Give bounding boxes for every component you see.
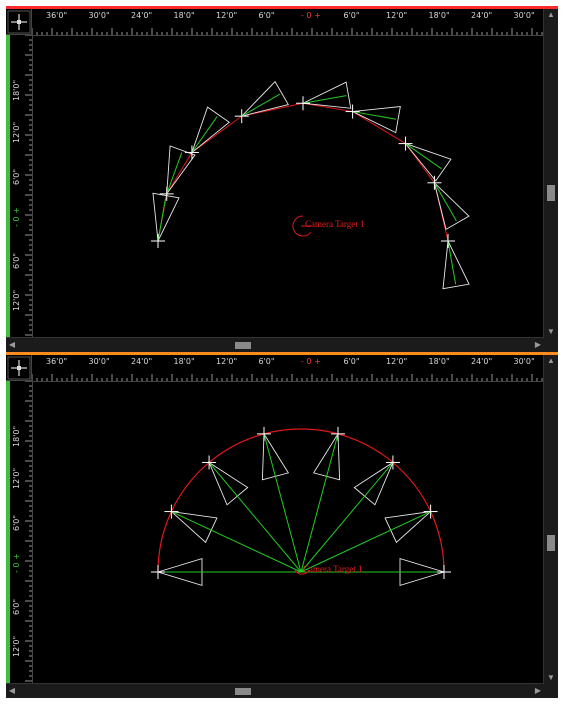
camera-marker[interactable]	[256, 426, 302, 573]
camera-marker[interactable]	[159, 145, 196, 201]
triangle-right-icon[interactable]: ▶	[532, 684, 544, 698]
ruler-tick-label: 12'0"	[12, 635, 21, 657]
ruler-tick-label: 12'0"	[12, 121, 21, 143]
ruler-tick-label: 6'0"	[12, 598, 21, 615]
ruler-tick-label: 12'0"	[216, 11, 238, 20]
ruler-tick-label: 36'0"	[46, 11, 68, 20]
scroll-thumb[interactable]	[235, 342, 251, 349]
camera-marker[interactable]	[398, 136, 452, 182]
triangle-left-icon[interactable]: ◀	[6, 684, 18, 698]
camera-marker[interactable]	[234, 80, 289, 124]
camera-marker[interactable]	[184, 106, 230, 160]
camera-target-label: Camera Target 1	[303, 564, 363, 574]
ruler-tick-label: 12'0"	[386, 357, 408, 366]
ruler-tick-label: 6'0"	[258, 11, 275, 20]
triangle-up-icon[interactable]: ▲	[544, 9, 558, 21]
ruler-tick-label: 18'0"	[173, 357, 195, 366]
vertical-scrollbar[interactable]: ▲ ▼	[543, 9, 558, 338]
camera-marker[interactable]	[300, 426, 346, 573]
camera-target-label: Camera Target 1	[305, 219, 365, 229]
scroll-thumb[interactable]	[547, 185, 555, 201]
camera-target[interactable]: Camera Target 1	[292, 215, 365, 237]
move-crosshair-icon[interactable]	[6, 355, 32, 381]
scroll-thumb[interactable]	[235, 688, 251, 695]
drawing-canvas[interactable]: Camera Target 1	[33, 36, 544, 338]
ruler-tick-label: 12'0"	[216, 357, 238, 366]
camera-marker[interactable]	[300, 455, 400, 573]
ruler-tick-label: 18'0"	[173, 11, 195, 20]
ruler-tick-label: 24'0"	[471, 11, 493, 20]
ruler-tick-label: 30'0"	[88, 11, 110, 20]
camera-marker[interactable]	[300, 504, 438, 573]
move-crosshair-icon[interactable]	[6, 9, 32, 35]
ruler-tick-label: 24'0"	[471, 357, 493, 366]
camera-marker[interactable]	[202, 455, 302, 573]
ruler-tick-label: 6'0"	[258, 357, 275, 366]
camera-marker[interactable]	[151, 557, 301, 587]
ruler-tick-label: 12'0"	[12, 467, 21, 489]
ruler-tick-label: 30'0"	[88, 357, 110, 366]
ruler-tick-label: 30'0"	[513, 11, 535, 20]
horizontal-scrollbar[interactable]: ◀ ▶	[6, 683, 544, 698]
ruler-tick-label: - 0 +	[12, 207, 21, 227]
ruler-tick-label: 12'0"	[386, 11, 408, 20]
camera-target[interactable]: Camera Target 1	[294, 564, 363, 575]
triangle-down-icon[interactable]: ▼	[544, 672, 558, 684]
ruler-tick-label: 18'0"	[428, 11, 450, 20]
scroll-corner	[544, 684, 558, 698]
ruler-tick-label: 12'0"	[12, 289, 21, 311]
ruler-tick-label: 6'0"	[12, 168, 21, 185]
ruler-tick-label: - 0 +	[301, 11, 321, 20]
ruler-tick-label: 6'0"	[12, 252, 21, 269]
camera-path	[157, 428, 445, 573]
ruler-tick-label: 30'0"	[513, 357, 535, 366]
horizontal-ruler: 36'0" 30'0" 24'0" 18'0" 12'0" 6'0" - 0 + 6'0" 12…	[32, 355, 544, 382]
ruler-tick-label: 6'0"	[12, 514, 21, 531]
vertical-ruler: 18'0" 12'0" 6'0" - 0 + 6'0" 12'0"	[6, 35, 33, 338]
ruler-tick-label: 18'0"	[12, 79, 21, 101]
camera-marker[interactable]	[151, 192, 180, 248]
drawing-canvas[interactable]: Camera Target 1	[33, 382, 544, 684]
scroll-thumb[interactable]	[547, 535, 555, 551]
viewport-bottom[interactable]: 36'0" 30'0" 24'0" 18'0" 12'0" 6'0" - 0 + 6'0" 12…	[6, 352, 558, 698]
vertical-scrollbar[interactable]: ▲ ▼	[543, 355, 558, 684]
camera-marker[interactable]	[296, 81, 352, 111]
scroll-corner	[544, 338, 558, 352]
camera-marker[interactable]	[345, 104, 401, 134]
triangle-down-icon[interactable]: ▼	[544, 326, 558, 338]
ruler-tick-label: 24'0"	[131, 357, 153, 366]
camera-marker[interactable]	[164, 504, 302, 573]
triangle-up-icon[interactable]: ▲	[544, 355, 558, 367]
ruler-tick-label: 18'0"	[12, 425, 21, 447]
ruler-tick-label: 18'0"	[428, 357, 450, 366]
horizontal-ruler: 36'0" 30'0" 24'0" 18'0" 12'0" 6'0" - 0 + 6'0" 12…	[32, 9, 544, 36]
horizontal-scrollbar[interactable]: ◀ ▶	[6, 337, 544, 352]
viewport-top[interactable]: 36'0" 30'0" 24'0" 18'0" 12'0" 6'0" - 0 + 6'0" 12…	[6, 6, 558, 352]
ruler-tick-label: 6'0"	[343, 11, 360, 20]
triangle-left-icon[interactable]: ◀	[6, 338, 18, 352]
vertical-ruler: 18'0" 12'0" 6'0" - 0 + 6'0" 12'0"	[6, 381, 33, 684]
ruler-tick-label: - 0 +	[301, 357, 321, 366]
camera-marker[interactable]	[441, 234, 470, 290]
camera-marker[interactable]	[427, 175, 470, 231]
ruler-tick-label: 6'0"	[343, 357, 360, 366]
triangle-right-icon[interactable]: ▶	[532, 338, 544, 352]
ruler-tick-label: 24'0"	[131, 11, 153, 20]
ruler-tick-label: - 0 +	[12, 553, 21, 573]
ruler-tick-label: 36'0"	[46, 357, 68, 366]
